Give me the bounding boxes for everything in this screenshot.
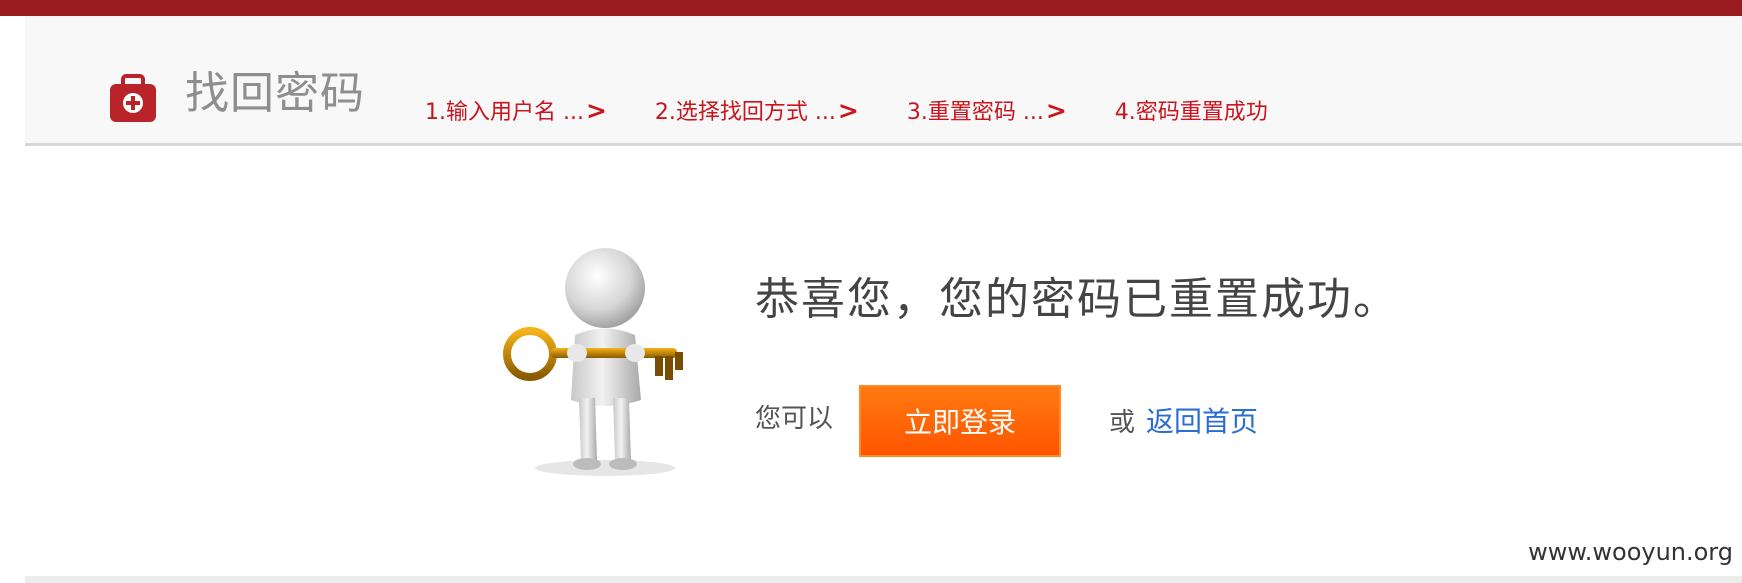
- login-button[interactable]: 立即登录: [859, 385, 1061, 457]
- page-header: 找回密码 1.输入用户名 ... > 2.选择找回方式 ... > 3.重置密码…: [25, 16, 1742, 146]
- step-label: 2.选择找回方式 ...: [654, 100, 836, 125]
- step-arrow: >: [837, 96, 859, 125]
- footer-strip: [25, 576, 1742, 583]
- step-label: 1.输入用户名 ...: [425, 100, 584, 125]
- step-arrow: >: [585, 96, 607, 125]
- step-2: 2.选择找回方式 ... >: [655, 94, 859, 126]
- page-title: 找回密码: [185, 68, 365, 119]
- medical-kit-icon: [110, 74, 156, 122]
- top-accent-bar: [0, 0, 1742, 16]
- prompt-text: 您可以: [755, 404, 834, 434]
- step-label: 4.密码重置成功: [1114, 100, 1268, 125]
- or-text: 或: [1109, 408, 1136, 438]
- success-message: 恭喜您，您的密码已重置成功。: [755, 274, 1399, 325]
- step-1: 1.输入用户名 ... >: [425, 94, 607, 126]
- watermark: www.wooyun.org: [1528, 538, 1733, 566]
- step-arrow: >: [1045, 96, 1067, 125]
- step-progress: 1.输入用户名 ... > 2.选择找回方式 ... > 3.重置密码 ... …: [425, 94, 1268, 126]
- step-label: 3.重置密码 ...: [906, 100, 1044, 125]
- back-to-home-link[interactable]: 返回首页: [1146, 408, 1258, 436]
- step-4: 4.密码重置成功: [1115, 94, 1268, 126]
- person-holding-key-icon: [503, 248, 683, 476]
- step-3: 3.重置密码 ... >: [907, 94, 1067, 126]
